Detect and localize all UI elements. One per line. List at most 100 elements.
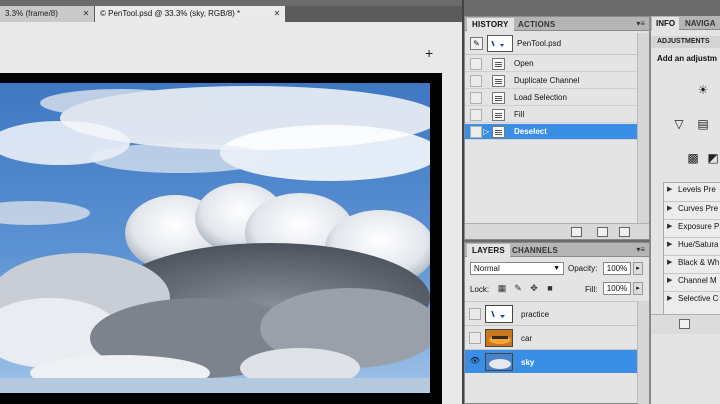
panel-menu-icon[interactable]: ▾≡ — [636, 245, 645, 255]
snapshot-thumbnail — [487, 35, 513, 52]
history-item[interactable]: Open — [465, 56, 637, 72]
brightness-contrast-icon[interactable]: ☀ — [695, 82, 711, 98]
lock-label: Lock: — [470, 285, 490, 294]
gradient-map-icon[interactable]: ◩ — [705, 150, 720, 166]
layer-label: car — [521, 334, 533, 343]
eye-icon[interactable]: 👁 — [469, 356, 481, 368]
sky-clouds-illustration — [0, 83, 430, 393]
preset-label: Levels Pre — [678, 185, 716, 194]
trash-icon[interactable] — [619, 227, 630, 237]
preset-label: Channel M — [678, 276, 717, 285]
lock-transparent-pixels-icon[interactable]: ▦ — [496, 282, 508, 294]
opacity-slider-arrow-icon[interactable]: ▸ — [633, 262, 643, 275]
history-panel: HISTORY ACTIONS ▾≡ ✎ PenTool.psd Open Du… — [464, 16, 650, 240]
lock-all-icon[interactable]: ■ — [544, 282, 556, 294]
hue-saturation-icon[interactable]: ▤ — [695, 116, 711, 132]
history-footer — [465, 223, 649, 239]
expand-triangle-icon: ▶ — [667, 186, 673, 193]
tab-actions[interactable]: ACTIONS — [513, 18, 560, 31]
adjustments-panel: INFO NAVIGA ADJUSTMENTS Add an adjustm ☀… — [650, 16, 720, 404]
layer-thumbnail — [485, 353, 513, 371]
history-state-slider-icon[interactable]: ▷ — [483, 127, 489, 136]
tab-navigator[interactable]: NAVIGA — [681, 17, 720, 30]
tab-layers[interactable]: LAYERS — [467, 244, 510, 257]
preset-curves[interactable]: ▶ Curves Pre — [664, 201, 720, 215]
new-snapshot-icon[interactable] — [597, 227, 608, 237]
photoshop-window: 3.3% (frame/8) ✕ © PenTool.psd @ 33.3% (… — [0, 0, 720, 404]
history-item-label: Duplicate Channel — [514, 76, 580, 85]
history-source-checkbox[interactable] — [470, 75, 482, 87]
history-source-checkbox[interactable] — [470, 109, 482, 121]
history-snapshot[interactable]: ✎ PenTool.psd — [465, 33, 637, 55]
preset-label: Selective C — [678, 294, 719, 303]
layer-row-car[interactable]: car — [465, 325, 637, 349]
adjustments-header[interactable]: ADJUSTMENTS — [651, 36, 720, 48]
adjustments-subtitle: Add an adjustm — [657, 54, 718, 63]
history-brush-icon[interactable]: ✎ — [470, 37, 483, 50]
layer-thumbnail — [485, 329, 513, 347]
tab-history[interactable]: HISTORY — [467, 18, 514, 31]
preset-label: Curves Pre — [678, 204, 719, 213]
layer-row-sky[interactable]: 👁 sky — [465, 349, 637, 373]
adjustments-footer — [651, 314, 720, 334]
close-icon[interactable]: ✕ — [273, 10, 281, 18]
expand-triangle-icon: ▶ — [667, 205, 673, 212]
new-document-from-state-icon[interactable] — [571, 227, 582, 237]
blend-mode-select[interactable]: Normal ▼ — [470, 262, 564, 275]
history-scrollbar[interactable] — [637, 33, 649, 223]
blend-mode-value: Normal — [474, 264, 500, 273]
close-icon[interactable]: ✕ — [82, 10, 90, 18]
layer-thumbnail — [485, 305, 513, 323]
history-step-icon — [492, 109, 505, 121]
preset-hue-saturation[interactable]: ▶ Hue/Satura — [664, 237, 720, 251]
info-panel-tabs: INFO NAVIGA — [651, 16, 720, 30]
lock-position-icon[interactable]: ✥ — [528, 282, 540, 294]
opacity-input[interactable]: 100% — [603, 262, 631, 275]
fill-slider-arrow-icon[interactable]: ▸ — [633, 282, 643, 295]
crosshair-cursor-icon: + — [425, 45, 434, 61]
layers-scrollbar[interactable] — [637, 301, 649, 404]
preset-levels[interactable]: ▶ Levels Pre — [664, 183, 720, 197]
lock-image-pixels-icon[interactable]: ✎ — [512, 282, 524, 294]
canvas-area[interactable]: + — [0, 22, 462, 404]
history-item[interactable]: Duplicate Channel — [465, 73, 637, 89]
preset-label: Exposure P — [678, 222, 720, 231]
document-frame[interactable] — [0, 73, 442, 404]
tab-label: 3.3% (frame/8) — [5, 9, 58, 18]
panel-menu-icon[interactable]: ▾≡ — [636, 19, 645, 29]
history-source-checkbox[interactable] — [470, 58, 482, 70]
history-step-icon — [492, 75, 505, 87]
history-item[interactable]: Load Selection — [465, 90, 637, 106]
preset-selective-color[interactable]: ▶ Selective C — [664, 291, 720, 305]
invert-icon[interactable]: ▩ — [685, 150, 701, 166]
layer-label: sky — [521, 358, 535, 367]
history-source-checkbox[interactable] — [470, 92, 482, 104]
tab-pentool[interactable]: © PenTool.psd @ 33.3% (sky, RGB/8) * ✕ — [95, 6, 285, 22]
history-item[interactable]: Fill — [465, 107, 637, 123]
sky-image[interactable] — [0, 83, 430, 393]
history-step-icon — [492, 58, 505, 70]
document-tab-bar: 3.3% (frame/8) ✕ © PenTool.psd @ 33.3% (… — [0, 6, 462, 22]
history-item-label: Fill — [514, 110, 525, 119]
tab-info[interactable]: INFO — [652, 17, 680, 30]
preset-label: Black & Wh — [678, 258, 720, 267]
vibrance-icon[interactable]: ▽ — [671, 116, 687, 132]
layer-row-practice[interactable]: practice — [465, 301, 637, 325]
expand-triangle-icon: ▶ — [667, 277, 673, 284]
preset-exposure[interactable]: ▶ Exposure P — [664, 219, 720, 233]
fill-label: Fill: — [585, 285, 598, 294]
visibility-toggle[interactable] — [469, 332, 481, 344]
tab-frame[interactable]: 3.3% (frame/8) ✕ — [0, 6, 94, 22]
expand-triangle-icon: ▶ — [667, 223, 673, 230]
history-item-label: Load Selection — [514, 93, 567, 102]
history-item-label: Open — [514, 59, 534, 68]
history-source-checkbox[interactable] — [470, 126, 482, 138]
history-item-selected[interactable]: ▷ Deselect — [465, 124, 637, 140]
preset-channel-mixer[interactable]: ▶ Channel M — [664, 273, 720, 287]
preset-black-white[interactable]: ▶ Black & Wh — [664, 255, 720, 269]
visibility-toggle[interactable] — [469, 308, 481, 320]
return-to-list-icon[interactable] — [679, 319, 690, 329]
tab-channels[interactable]: CHANNELS — [507, 244, 563, 257]
fill-input[interactable]: 100% — [603, 282, 631, 295]
history-step-icon — [492, 126, 505, 138]
